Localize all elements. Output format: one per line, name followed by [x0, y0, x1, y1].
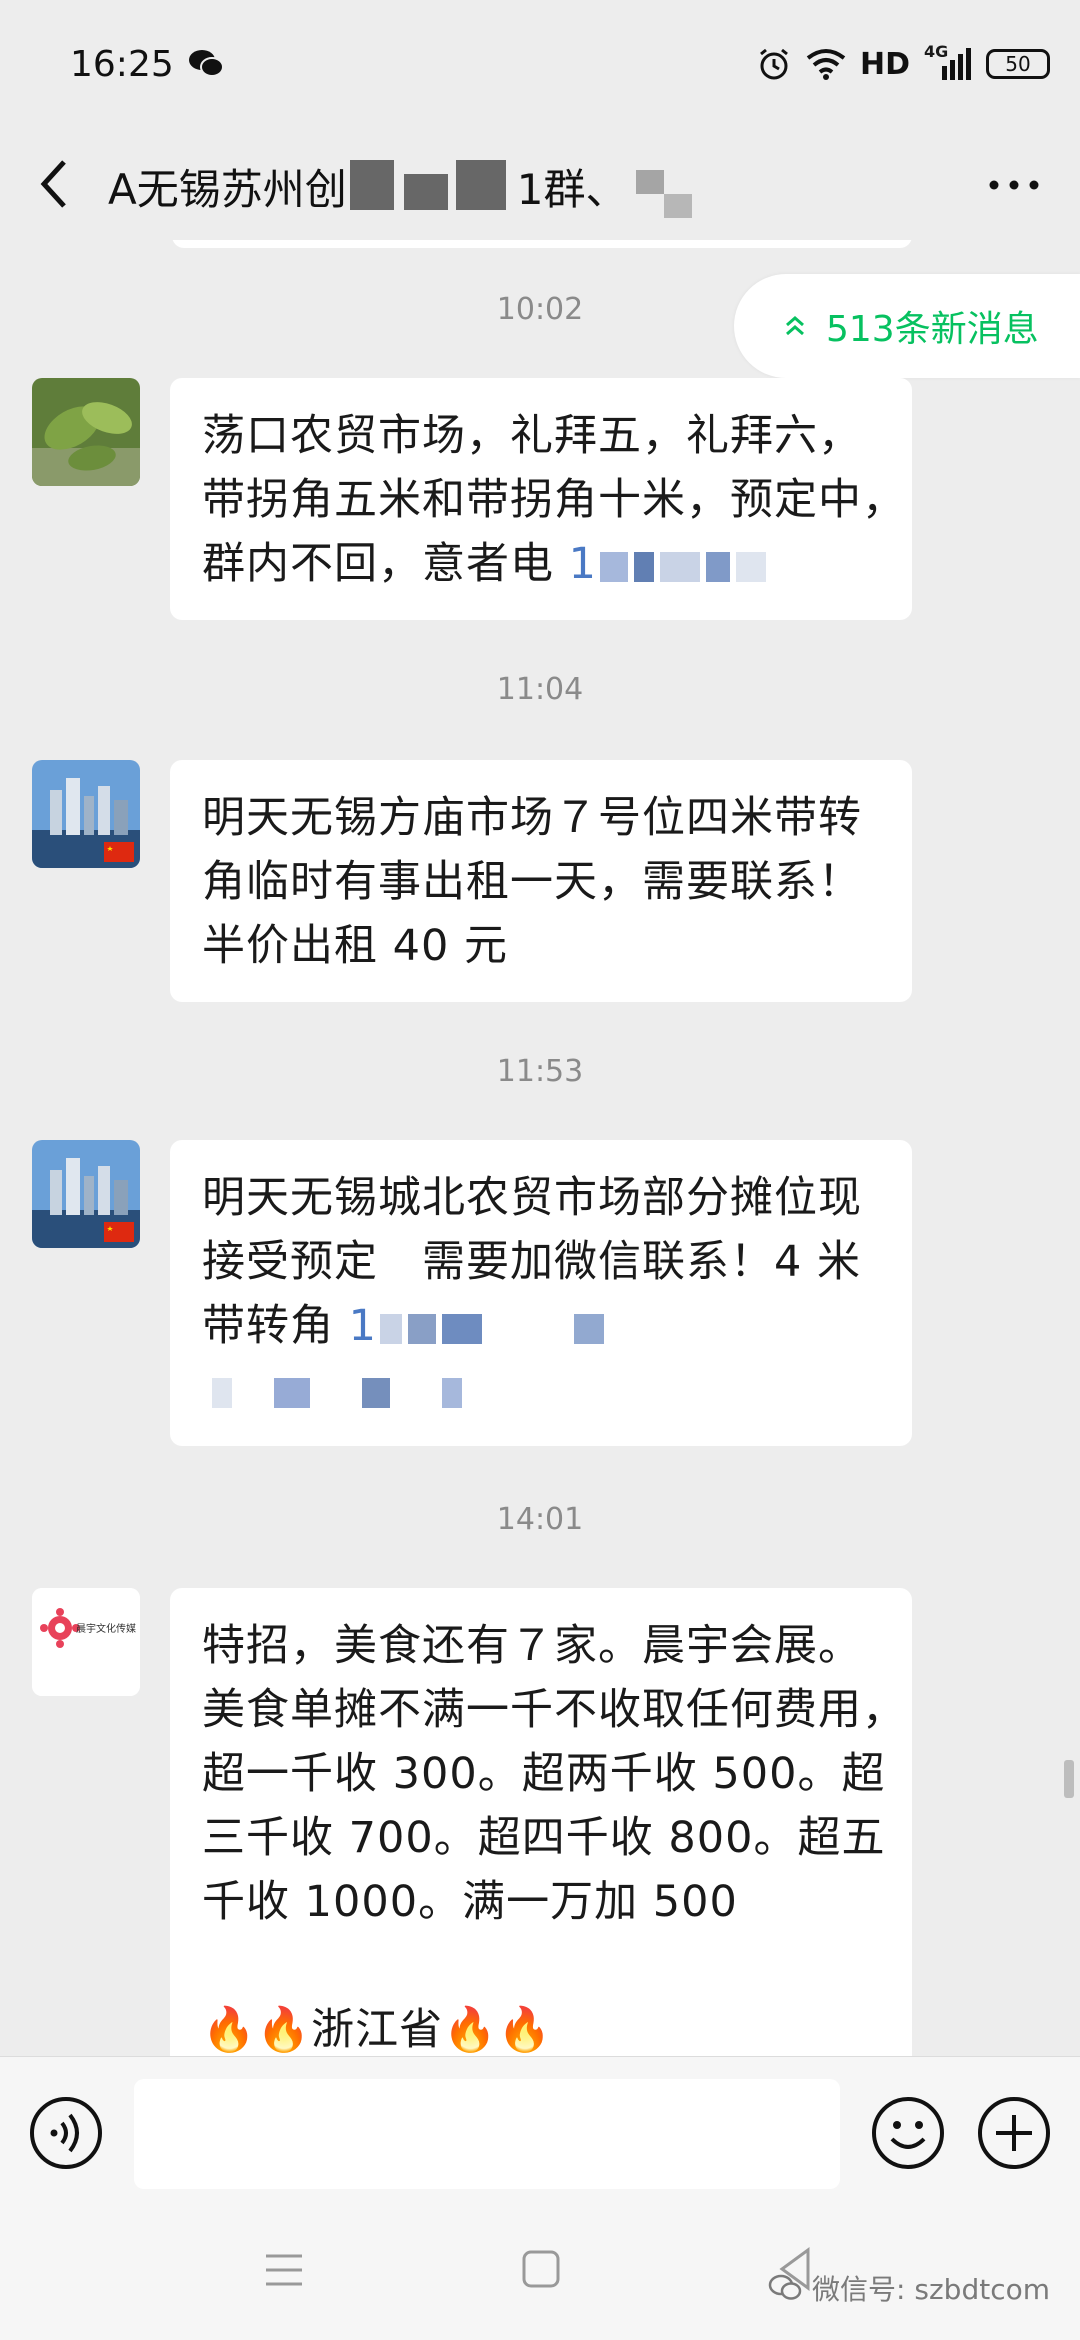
input-bar: [0, 2056, 1080, 2210]
message-text-line: 角临时有事出租一天，需要联系！: [202, 857, 862, 907]
message-text-line: 特招，美食还有７家。晨宇会展。: [202, 1621, 862, 1671]
redaction-mosaic: [238, 1378, 268, 1408]
redaction-mosaic: [636, 170, 664, 194]
redaction-mosaic: [408, 1313, 437, 1344]
redaction-mosaic: [362, 1377, 390, 1408]
redaction-mosaic: [488, 1314, 568, 1344]
emoji-icon[interactable]: [870, 2095, 946, 2171]
redaction-mosaic: [404, 174, 448, 210]
message-text-line: [202, 1934, 882, 1998]
redaction-mosaic: [456, 160, 506, 210]
watermark: 微信号: szbdtcom: [768, 2268, 1050, 2308]
avatar[interactable]: [32, 1140, 140, 1248]
avatar[interactable]: [32, 760, 140, 868]
message-text-line: 带拐角五米和带拐角十米，预定中，: [202, 475, 906, 525]
more-dots-icon[interactable]: [984, 170, 1044, 200]
redaction-mosaic: [600, 551, 629, 582]
status-indicators: HD 4G 50: [756, 42, 1050, 86]
message-bubble[interactable]: 明天无锡城北农贸市场部分摊位现 接受预定 需要加微信联系！4 米 带转角 1: [170, 1140, 912, 1446]
redaction-mosaic: [316, 1378, 356, 1408]
city-skyline-photo-icon: [32, 760, 140, 868]
redaction-mosaic: [396, 1378, 436, 1408]
message-text-line: 半价出租 40 元: [202, 921, 509, 971]
previous-message-bubble: [172, 240, 912, 248]
status-time: 16:25: [70, 44, 174, 85]
message-text: 群内不回，意者电: [202, 539, 554, 589]
message-text-line: 美食单摊不满一千不收取任何费用，: [202, 1685, 906, 1735]
redaction-mosaic: [706, 551, 731, 582]
phone-number-fragment[interactable]: 1: [349, 1301, 377, 1351]
alarm-icon: [760, 48, 788, 80]
status-bar: 16:25 HD 4G 50: [0, 0, 1080, 130]
message-timestamp: 11:53: [496, 1054, 584, 1089]
message-timestamp: 14:01: [496, 1502, 584, 1537]
signal-icon: 4G: [924, 42, 972, 82]
chat-title-text: A无锡苏州创: [108, 165, 347, 214]
message-text-line: 千收 1000。满一万加 500: [202, 1877, 738, 1927]
redaction-mosaic: [442, 1313, 483, 1344]
chenyu-culture-logo-icon: 晨宇文化传媒: [32, 1588, 140, 1696]
message-bubble[interactable]: 荡口农贸市场，礼拜五，礼拜六， 带拐角五米和带拐角十米，预定中， 群内不回，意者…: [170, 378, 912, 620]
redaction-mosaic: [736, 551, 767, 582]
battery-indicator: 50: [986, 49, 1050, 79]
avatar[interactable]: 晨宇文化传媒: [32, 1588, 140, 1696]
phone-number-fragment[interactable]: 1: [569, 539, 597, 589]
watermark-text: 微信号: szbdtcom: [812, 2273, 1050, 2306]
home-icon[interactable]: [520, 2248, 562, 2290]
message-text-line: 明天无锡方庙市场７号位四米带转: [202, 793, 862, 843]
redaction-mosaic: [442, 1377, 462, 1408]
message-text-line: 🔥🔥浙江省🔥🔥: [202, 2005, 553, 2055]
avatar[interactable]: [32, 378, 140, 486]
redaction-mosaic: [380, 1313, 403, 1344]
system-nav-bar: 微信号: szbdtcom: [0, 2210, 1080, 2340]
chat-header: A无锡苏州创 1群、: [0, 130, 1080, 240]
message-timestamp: 11:04: [496, 672, 584, 707]
voice-icon[interactable]: [28, 2095, 104, 2171]
chat-title-suffix: 1群、: [516, 165, 628, 214]
plus-icon[interactable]: [976, 2095, 1052, 2171]
redaction-mosaic: [634, 551, 655, 582]
wifi-icon: [806, 49, 846, 80]
chevron-left-icon[interactable]: [34, 152, 74, 216]
network-type: HD: [859, 46, 910, 82]
redaction-mosaic: [664, 194, 692, 218]
message-input[interactable]: [134, 2079, 840, 2189]
scrollbar-thumb[interactable]: [1064, 1760, 1074, 1798]
logo-text: 晨宇文化传媒: [76, 1622, 136, 1635]
redaction-mosaic: [574, 1313, 605, 1344]
message-list[interactable]: 513条新消息 10:02 荡口农贸市场，礼拜五，礼拜六， 带拐角五米和带拐角十…: [0, 240, 1080, 2056]
redaction-mosaic: [660, 551, 701, 582]
message-bubble[interactable]: 特招，美食还有７家。晨宇会展。 美食单摊不满一千不收取任何费用， 超一千收 30…: [170, 1588, 912, 2056]
message-text-line: 超一千收 300。超两千收 500。超: [202, 1749, 886, 1799]
message-text: 带转角: [202, 1301, 334, 1351]
message-text-line: 接受预定 需要加微信联系！4 米: [202, 1237, 862, 1287]
recent-apps-icon[interactable]: [262, 2250, 306, 2290]
wechat-logo-icon: [768, 2274, 802, 2300]
message-text-line: 荡口农贸市场，礼拜五，礼拜六，: [202, 411, 862, 461]
message-text-line: 三千收 700。超四千收 800。超五: [202, 1813, 886, 1863]
message-text-line: 群内不回，意者电 1: [202, 532, 882, 596]
message-bubble[interactable]: 明天无锡方庙市场７号位四米带转 角临时有事出租一天，需要联系！ 半价出租 40 …: [170, 760, 912, 1002]
wechat-icon: [189, 50, 224, 77]
redaction-mosaic: [350, 160, 394, 210]
redaction-mosaic: [212, 1377, 232, 1408]
leaf-photo-icon: [32, 378, 140, 486]
message-timestamp: 10:02: [496, 292, 584, 327]
redaction-mosaic: [274, 1377, 310, 1408]
city-skyline-photo-icon: [32, 1140, 140, 1248]
message-text-line: 带转角 1: [202, 1294, 882, 1358]
message-text-line: 明天无锡城北农贸市场部分摊位现: [202, 1173, 862, 1223]
redacted-line: [202, 1358, 882, 1422]
